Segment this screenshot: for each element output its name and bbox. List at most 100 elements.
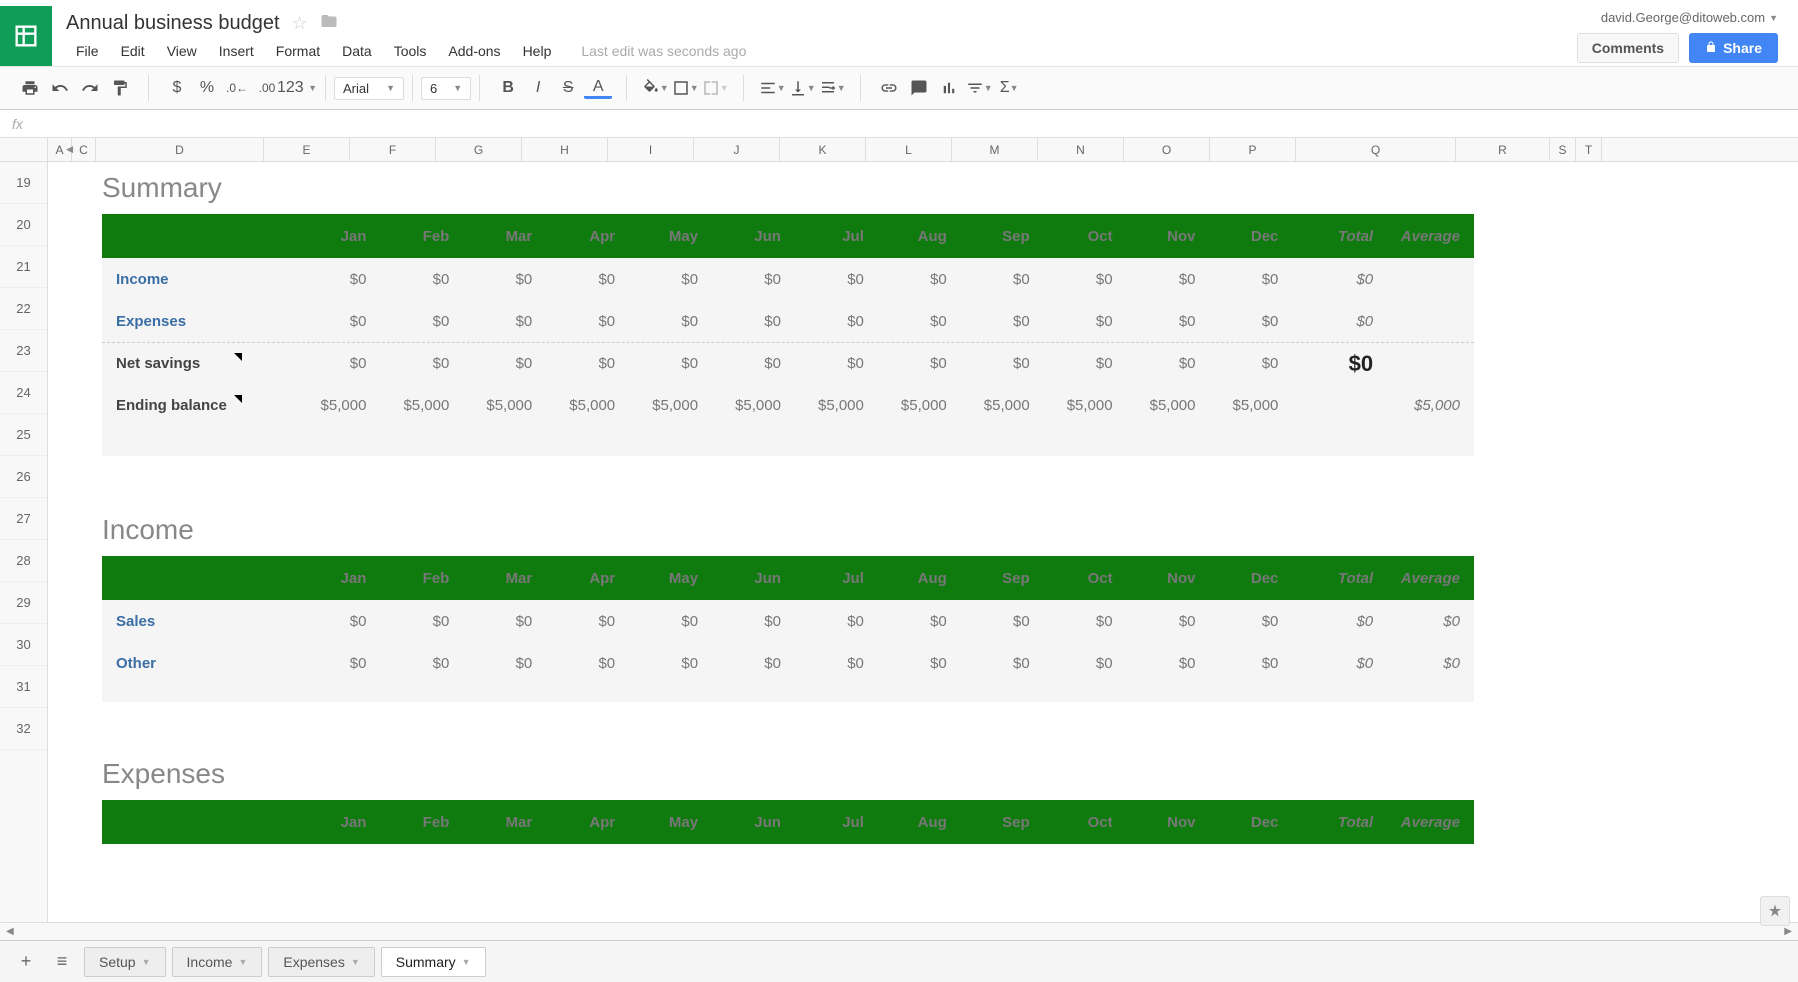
menu-bar: File Edit View Insert Format Data Tools … (66, 39, 1577, 63)
menu-insert[interactable]: Insert (209, 39, 264, 63)
strikethrough-icon[interactable]: S (554, 74, 582, 102)
row-header-27[interactable]: 27 (0, 498, 47, 540)
bold-icon[interactable]: B (494, 74, 522, 102)
column-header-D[interactable]: D (96, 138, 264, 161)
scroll-right-icon[interactable]: ▶ (1784, 926, 1792, 937)
column-header-I[interactable]: I (608, 138, 694, 161)
menu-help[interactable]: Help (513, 39, 562, 63)
row-header-28[interactable]: 28 (0, 540, 47, 582)
horizontal-align-icon[interactable]: ▼ (758, 74, 786, 102)
row-header-24[interactable]: 24 (0, 372, 47, 414)
column-header-O[interactable]: O (1124, 138, 1210, 161)
row-header-31[interactable]: 31 (0, 666, 47, 708)
currency-icon[interactable]: $ (163, 74, 191, 102)
vertical-align-icon[interactable]: ▼ (788, 74, 816, 102)
text-wrap-icon[interactable]: ▼ (818, 74, 846, 102)
row-header-20[interactable]: 20 (0, 204, 47, 246)
row-header-23[interactable]: 23 (0, 330, 47, 372)
row-header-21[interactable]: 21 (0, 246, 47, 288)
expenses-table: JanFebMarAprMayJunJulAugSepOctNovDecTota… (102, 800, 1474, 844)
italic-icon[interactable]: I (524, 74, 552, 102)
menu-file[interactable]: File (66, 39, 109, 63)
column-header-G[interactable]: G (436, 138, 522, 161)
last-edit-label[interactable]: Last edit was seconds ago (581, 43, 746, 59)
table-header: JanFebMarAprMayJunJulAugSepOctNovDecTota… (102, 556, 1474, 600)
column-header-P[interactable]: P (1210, 138, 1296, 161)
percent-icon[interactable]: % (193, 74, 221, 102)
menu-view[interactable]: View (157, 39, 207, 63)
column-header-L[interactable]: L (866, 138, 952, 161)
merge-cells-icon[interactable]: ▼ (701, 74, 729, 102)
table-row: Net savings$0$0$0$0$0$0$0$0$0$0$0$0$0 (102, 342, 1474, 384)
row-header-19[interactable]: 19 (0, 162, 47, 204)
sheet-tab-summary[interactable]: Summary▼ (381, 947, 486, 977)
scroll-left-icon[interactable]: ◀ (6, 926, 14, 937)
insert-comment-icon[interactable] (905, 74, 933, 102)
all-sheets-icon[interactable]: ≡ (48, 948, 76, 976)
menu-data[interactable]: Data (332, 39, 382, 63)
horizontal-scrollbar[interactable]: ◀ ▶ (0, 922, 1798, 940)
sheet-tab-income[interactable]: Income▼ (172, 947, 263, 977)
sheet-tab-expenses[interactable]: Expenses▼ (268, 947, 374, 977)
row-header-26[interactable]: 26 (0, 456, 47, 498)
number-format-dropdown[interactable]: 123 ▼ (283, 74, 311, 102)
income-table: JanFebMarAprMayJunJulAugSepOctNovDecTota… (102, 556, 1474, 702)
row-header-32[interactable]: 32 (0, 708, 47, 750)
column-header-R[interactable]: R (1456, 138, 1550, 161)
account-email[interactable]: david.George@ditoweb.com ▼ (1601, 10, 1778, 25)
functions-icon[interactable]: Σ▼ (995, 74, 1023, 102)
expenses-title: Expenses (102, 758, 1798, 790)
share-button[interactable]: Share (1689, 33, 1778, 63)
column-header-M[interactable]: M (952, 138, 1038, 161)
text-color-icon[interactable]: A (584, 77, 612, 99)
column-header-F[interactable]: F (350, 138, 436, 161)
add-sheet-icon[interactable]: + (12, 948, 40, 976)
folder-icon[interactable] (320, 12, 338, 35)
sheet-content[interactable]: Summary JanFebMarAprMayJunJulAugSepOctNo… (48, 162, 1798, 922)
insert-link-icon[interactable] (875, 74, 903, 102)
column-header-E[interactable]: E (264, 138, 350, 161)
row-header-29[interactable]: 29 (0, 582, 47, 624)
row-header-30[interactable]: 30 (0, 624, 47, 666)
column-header-K[interactable]: K (780, 138, 866, 161)
filter-icon[interactable]: ▼ (965, 74, 993, 102)
menu-edit[interactable]: Edit (111, 39, 155, 63)
explore-button[interactable] (1760, 896, 1790, 926)
account-dropdown-icon: ▼ (1769, 13, 1778, 23)
fill-color-icon[interactable]: ▼ (641, 74, 669, 102)
comments-button[interactable]: Comments (1577, 33, 1679, 63)
row-header-25[interactable]: 25 (0, 414, 47, 456)
paint-format-icon[interactable] (106, 74, 134, 102)
print-icon[interactable] (16, 74, 44, 102)
summary-table: JanFebMarAprMayJunJulAugSepOctNovDecTota… (102, 214, 1474, 456)
select-all-corner[interactable] (0, 138, 48, 161)
document-title[interactable]: Annual business budget (66, 12, 280, 35)
decimal-decrease-icon[interactable]: .0← (223, 74, 251, 102)
sheets-logo[interactable] (0, 6, 52, 66)
undo-icon[interactable] (46, 74, 74, 102)
column-header-S[interactable]: S (1550, 138, 1576, 161)
borders-icon[interactable]: ▼ (671, 74, 699, 102)
sheet-tab-setup[interactable]: Setup▼ (84, 947, 166, 977)
column-header-H[interactable]: H (522, 138, 608, 161)
column-header-J[interactable]: J (694, 138, 780, 161)
menu-addons[interactable]: Add-ons (438, 39, 510, 63)
column-header-Q[interactable]: Q (1296, 138, 1456, 161)
column-header-C[interactable]: C (72, 138, 96, 161)
table-row: Other$0$0$0$0$0$0$0$0$0$0$0$0$0$0 (102, 642, 1474, 684)
column-header-A[interactable]: A◀ (48, 138, 72, 161)
redo-icon[interactable] (76, 74, 104, 102)
table-row: Sales$0$0$0$0$0$0$0$0$0$0$0$0$0$0 (102, 600, 1474, 642)
star-icon[interactable]: ☆ (292, 13, 308, 34)
font-size-selector[interactable]: 6▼ (421, 77, 471, 100)
menu-tools[interactable]: Tools (384, 39, 437, 63)
formula-bar[interactable]: fx (0, 110, 1798, 138)
column-header-T[interactable]: T (1576, 138, 1602, 161)
row-header-22[interactable]: 22 (0, 288, 47, 330)
font-selector[interactable]: Arial▼ (334, 77, 404, 100)
sheet-tabs-bar: + ≡ Setup▼Income▼Expenses▼Summary▼ (0, 940, 1798, 982)
column-headers: A◀CDEFGHIJKLMNOPQRST (0, 138, 1798, 162)
column-header-N[interactable]: N (1038, 138, 1124, 161)
insert-chart-icon[interactable] (935, 74, 963, 102)
menu-format[interactable]: Format (266, 39, 330, 63)
